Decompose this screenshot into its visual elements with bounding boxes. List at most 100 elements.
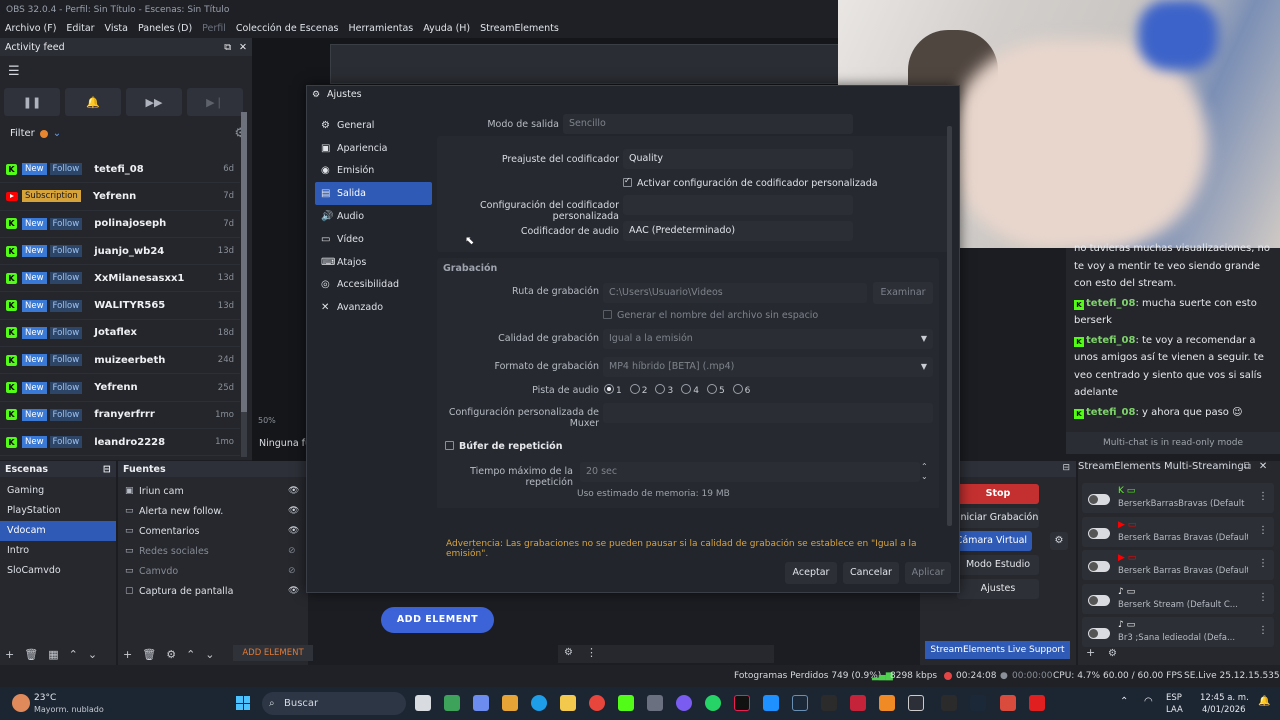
delete-scene-icon[interactable]: 🗑 <box>24 648 38 661</box>
tray-chevron-icon[interactable]: ⌃ <box>1120 696 1128 707</box>
app-icon-3[interactable] <box>763 695 779 711</box>
whatsapp-icon[interactable] <box>705 695 721 711</box>
dock-menu-icon[interactable]: ⊟ <box>1062 463 1070 473</box>
app-icon-5[interactable] <box>879 695 895 711</box>
feed-item[interactable]: K New Follow Yefrenn 25d <box>0 374 240 402</box>
eye-hidden-icon[interactable]: ⊘ <box>288 546 308 556</box>
weather-temp[interactable]: 23°C <box>34 693 56 703</box>
more-vertical-icon[interactable]: ⋮ <box>1258 592 1268 603</box>
app-icon-7[interactable] <box>970 695 986 711</box>
feed-item[interactable]: K New Follow franyerfrrr 1mo <box>0 402 240 429</box>
more-vertical-icon[interactable]: ⋮ <box>586 646 597 659</box>
audio-encoder-select[interactable]: AAC (Predeterminado) <box>623 221 853 241</box>
obs-icon[interactable] <box>908 695 924 711</box>
app-icon-9[interactable] <box>1029 695 1045 711</box>
notification-bell-icon[interactable]: 🔔 <box>1258 696 1270 707</box>
rec-path-field[interactable]: C:\Users\Usuario\Videos <box>603 283 867 303</box>
add-destination-icon[interactable]: + <box>1086 646 1095 659</box>
chat-username[interactable]: tetefi_08 <box>1086 407 1135 418</box>
feed-item[interactable]: Subscription Yefrenn 7d <box>0 183 240 211</box>
settings-nav-atajos[interactable]: ⌨ Atajos <box>315 251 432 274</box>
clock-time[interactable]: 12:45 a. m. <box>1200 693 1249 703</box>
undock-icon[interactable]: ⧉ <box>1244 461 1251 472</box>
skip-end-button[interactable]: ▶❘ <box>187 88 243 116</box>
add-element-small-button[interactable]: ADD ELEMENT <box>233 645 313 661</box>
eye-icon[interactable]: 👁 <box>288 486 308 496</box>
stream-toggle[interactable] <box>1088 494 1110 505</box>
stop-streaming-button[interactable]: Stop Streaming <box>957 484 1039 519</box>
app-icon-2[interactable] <box>647 695 663 711</box>
virtual-camera-settings-icon[interactable]: ⚙ <box>1050 532 1068 550</box>
source-up-icon[interactable]: ⌃ <box>186 648 195 661</box>
store-icon[interactable] <box>502 695 518 711</box>
no-space-checkbox[interactable]: Generar el nombre del archivo sin espaci… <box>603 310 818 321</box>
stream-toggle[interactable] <box>1088 594 1110 606</box>
menu-streamelements[interactable]: StreamElements <box>480 20 559 38</box>
bell-button[interactable]: 🔔 <box>65 88 121 116</box>
delete-source-icon[interactable]: 🗑 <box>142 648 156 661</box>
more-vertical-icon[interactable]: ⋮ <box>1258 558 1268 569</box>
chrome-icon[interactable] <box>589 695 605 711</box>
stream-toggle[interactable] <box>1088 527 1110 539</box>
apply-button[interactable]: Aplicar <box>905 562 951 584</box>
feed-item[interactable]: K New Follow polinajoseph 7d <box>0 211 240 238</box>
source-item[interactable]: ▭ Comentarios 👁 <box>118 521 308 541</box>
multistream-row[interactable]: ♪ ▭ Br3 ;Sana ledieodal (Defa... ⋮ <box>1082 617 1274 647</box>
menu-paneles[interactable]: Paneles (D) <box>138 20 192 38</box>
stream-toggle[interactable] <box>1088 628 1110 639</box>
audio-track-radio[interactable]: 4 <box>681 384 699 396</box>
lang-secondary[interactable]: LAA <box>1166 705 1183 715</box>
add-source-icon[interactable]: + <box>123 648 132 661</box>
tiktok-icon[interactable] <box>734 695 750 711</box>
live-support-button[interactable]: StreamElements Live Support <box>925 641 1070 659</box>
close-icon[interactable]: ✕ <box>239 42 247 53</box>
start-recording-button[interactable]: Iniciar Grabación <box>957 508 1039 528</box>
pause-button[interactable]: ❚❚ <box>4 88 60 116</box>
app-icon-8[interactable] <box>1000 695 1016 711</box>
multistream-settings-icon[interactable]: ⚙ <box>1108 648 1117 659</box>
settings-nav-emisión[interactable]: ◉ Emisión <box>315 160 432 183</box>
weather-desc[interactable]: Mayorm. nublado <box>34 705 104 714</box>
clock-date[interactable]: 4/01/2026 <box>1202 705 1246 715</box>
rec-quality-select[interactable]: Igual a la emisión ▼ <box>603 329 933 349</box>
multistream-row[interactable]: K ▭ BerserkBarrasBravas (Default ... ⋮ <box>1082 483 1274 513</box>
taskbar-search[interactable]: ⌕ Buscar <box>262 692 406 715</box>
audio-track-radio[interactable]: 6 <box>732 384 750 396</box>
kick-icon[interactable] <box>618 695 634 711</box>
feed-item[interactable]: K New Follow Jotaflex 18d <box>0 320 240 348</box>
settings-nav-vídeo[interactable]: ▭ Vídeo <box>315 228 432 251</box>
scene-grid-icon[interactable]: ▦ <box>48 648 58 661</box>
menu-vista[interactable]: Vista <box>105 20 128 38</box>
add-scene-icon[interactable]: + <box>5 648 14 661</box>
more-vertical-icon[interactable]: ⋮ <box>1258 625 1268 636</box>
task-view-icon[interactable] <box>415 695 431 711</box>
eye-icon[interactable]: 👁 <box>288 506 308 516</box>
dock-menu-icon[interactable]: ⊟ <box>103 464 111 475</box>
feed-item[interactable]: K New Follow XxMilanesasxx1 13d <box>0 265 240 293</box>
settings-nav-apariencia[interactable]: ▣ Apariencia <box>315 137 432 160</box>
add-element-button[interactable]: ADD ELEMENT <box>381 607 494 633</box>
stream-toggle[interactable] <box>1088 561 1110 572</box>
move-down-icon[interactable]: ⌄ <box>88 648 97 661</box>
browse-button[interactable]: Examinar <box>873 282 933 304</box>
more-vertical-icon[interactable]: ⋮ <box>1258 491 1268 502</box>
accept-button[interactable]: Aceptar <box>785 562 837 584</box>
multistream-row[interactable]: ▶ ▭ Berserk Barras Bravas (Default ... ⋮ <box>1082 550 1274 580</box>
discord-icon[interactable] <box>676 695 692 711</box>
encoder-preset-select[interactable]: Quality <box>623 149 853 169</box>
hamburger-menu-icon[interactable]: ☰ <box>8 64 20 79</box>
mixer-settings-icon[interactable]: ⚙ <box>564 647 573 658</box>
rec-format-select[interactable]: MP4 híbrido [BETA] (.mp4) ▼ <box>603 357 933 377</box>
feed-item[interactable]: K New Follow tetefi_08 6d <box>0 156 240 184</box>
undock-icon[interactable]: ⧉ <box>224 42 231 53</box>
scene-item[interactable]: SloCamvdo <box>0 561 116 581</box>
audio-track-radio[interactable]: 3 <box>655 384 673 396</box>
skip-button[interactable]: ▶▶ <box>126 88 182 116</box>
source-item[interactable]: ▭ Alerta new follow. 👁 <box>118 501 308 521</box>
studio-mode-button[interactable]: Modo Estudio <box>957 555 1039 575</box>
chat-username[interactable]: tetefi_08 <box>1086 298 1135 309</box>
app-icon-6[interactable] <box>941 695 957 711</box>
cancel-button[interactable]: Cancelar <box>843 562 899 584</box>
eye-icon[interactable]: 👁 <box>288 526 308 536</box>
menu-herramientas[interactable]: Herramientas <box>349 20 414 38</box>
